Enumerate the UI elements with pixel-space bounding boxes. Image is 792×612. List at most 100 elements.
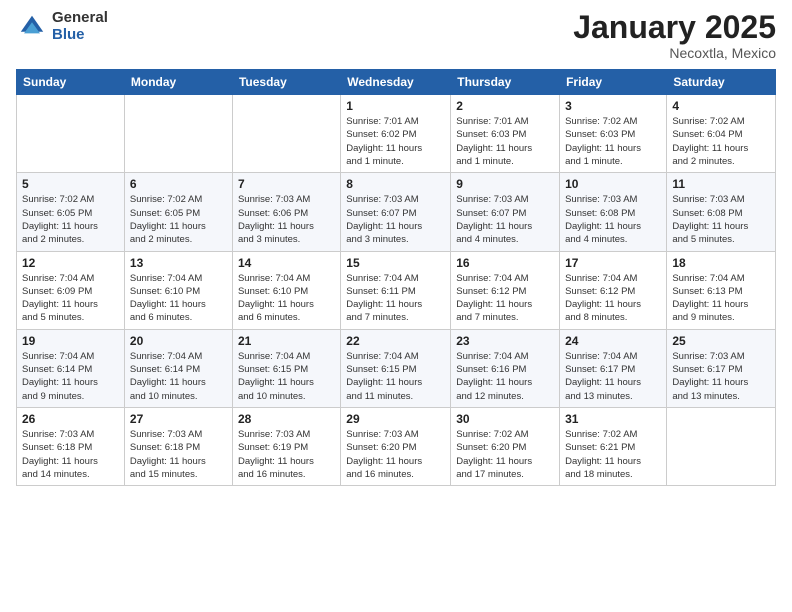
day-number: 2 bbox=[456, 99, 554, 113]
day-info: Sunrise: 7:04 AM Sunset: 6:17 PM Dayligh… bbox=[565, 350, 661, 403]
table-row: 1 Sunrise: 7:01 AM Sunset: 6:02 PM Daylig… bbox=[341, 95, 451, 173]
table-row bbox=[667, 407, 776, 485]
day-info: Sunrise: 7:03 AM Sunset: 6:18 PM Dayligh… bbox=[130, 428, 227, 481]
day-number: 22 bbox=[346, 334, 445, 348]
table-row: 15 Sunrise: 7:04 AM Sunset: 6:11 PM Dayli… bbox=[341, 251, 451, 329]
day-info: Sunrise: 7:04 AM Sunset: 6:10 PM Dayligh… bbox=[238, 272, 335, 325]
day-info: Sunrise: 7:03 AM Sunset: 6:17 PM Dayligh… bbox=[672, 350, 770, 403]
day-number: 29 bbox=[346, 412, 445, 426]
col-tuesday: Tuesday bbox=[232, 70, 340, 95]
day-info: Sunrise: 7:04 AM Sunset: 6:14 PM Dayligh… bbox=[22, 350, 119, 403]
day-info: Sunrise: 7:03 AM Sunset: 6:19 PM Dayligh… bbox=[238, 428, 335, 481]
location: Necoxtla, Mexico bbox=[573, 45, 776, 61]
day-number: 16 bbox=[456, 256, 554, 270]
day-number: 13 bbox=[130, 256, 227, 270]
day-info: Sunrise: 7:02 AM Sunset: 6:20 PM Dayligh… bbox=[456, 428, 554, 481]
title-block: January 2025 Necoxtla, Mexico bbox=[573, 10, 776, 61]
table-row: 31Sunrise: 7:02 AM Sunset: 6:21 PM Dayli… bbox=[560, 407, 667, 485]
day-info: Sunrise: 7:03 AM Sunset: 6:06 PM Dayligh… bbox=[238, 193, 335, 246]
table-row: 17 Sunrise: 7:04 AM Sunset: 6:12 PM Dayli… bbox=[560, 251, 667, 329]
table-row: 12Sunrise: 7:04 AM Sunset: 6:09 PM Dayli… bbox=[17, 251, 125, 329]
table-row: 23 Sunrise: 7:04 AM Sunset: 6:16 PM Dayli… bbox=[451, 329, 560, 407]
table-row: 18 Sunrise: 7:04 AM Sunset: 6:13 PM Dayli… bbox=[667, 251, 776, 329]
calendar-week-1: 1 Sunrise: 7:01 AM Sunset: 6:02 PM Daylig… bbox=[17, 95, 776, 173]
day-number: 28 bbox=[238, 412, 335, 426]
day-number: 27 bbox=[130, 412, 227, 426]
day-info: Sunrise: 7:04 AM Sunset: 6:15 PM Dayligh… bbox=[238, 350, 335, 403]
day-number: 7 bbox=[238, 177, 335, 191]
logo-general: General bbox=[52, 10, 108, 27]
logo-text: General Blue bbox=[52, 10, 108, 43]
col-friday: Friday bbox=[560, 70, 667, 95]
day-number: 24 bbox=[565, 334, 661, 348]
col-wednesday: Wednesday bbox=[341, 70, 451, 95]
day-info: Sunrise: 7:04 AM Sunset: 6:12 PM Dayligh… bbox=[565, 272, 661, 325]
day-number: 31 bbox=[565, 412, 661, 426]
calendar-week-5: 26 Sunrise: 7:03 AM Sunset: 6:18 PM Dayli… bbox=[17, 407, 776, 485]
table-row: 13 Sunrise: 7:04 AM Sunset: 6:10 PM Dayli… bbox=[124, 251, 232, 329]
day-info: Sunrise: 7:03 AM Sunset: 6:20 PM Dayligh… bbox=[346, 428, 445, 481]
day-number: 19 bbox=[22, 334, 119, 348]
day-number: 6 bbox=[130, 177, 227, 191]
day-info: Sunrise: 7:02 AM Sunset: 6:05 PM Dayligh… bbox=[22, 193, 119, 246]
day-number: 1 bbox=[346, 99, 445, 113]
day-number: 11 bbox=[672, 177, 770, 191]
table-row: 6Sunrise: 7:02 AM Sunset: 6:05 PM Daylig… bbox=[124, 173, 232, 251]
day-info: Sunrise: 7:03 AM Sunset: 6:07 PM Dayligh… bbox=[456, 193, 554, 246]
day-info: Sunrise: 7:02 AM Sunset: 6:04 PM Dayligh… bbox=[672, 115, 770, 168]
table-row: 3 Sunrise: 7:02 AM Sunset: 6:03 PM Daylig… bbox=[560, 95, 667, 173]
table-row: 7 Sunrise: 7:03 AM Sunset: 6:06 PM Daylig… bbox=[232, 173, 340, 251]
day-info: Sunrise: 7:02 AM Sunset: 6:03 PM Dayligh… bbox=[565, 115, 661, 168]
table-row: 28 Sunrise: 7:03 AM Sunset: 6:19 PM Dayli… bbox=[232, 407, 340, 485]
day-info: Sunrise: 7:04 AM Sunset: 6:10 PM Dayligh… bbox=[130, 272, 227, 325]
logo: General Blue bbox=[16, 10, 108, 43]
day-info: Sunrise: 7:03 AM Sunset: 6:18 PM Dayligh… bbox=[22, 428, 119, 481]
table-row: 8 Sunrise: 7:03 AM Sunset: 6:07 PM Daylig… bbox=[341, 173, 451, 251]
day-info: Sunrise: 7:01 AM Sunset: 6:02 PM Dayligh… bbox=[346, 115, 445, 168]
table-row: 25 Sunrise: 7:03 AM Sunset: 6:17 PM Dayli… bbox=[667, 329, 776, 407]
table-row: 20 Sunrise: 7:04 AM Sunset: 6:14 PM Dayli… bbox=[124, 329, 232, 407]
logo-blue: Blue bbox=[52, 27, 108, 44]
day-number: 25 bbox=[672, 334, 770, 348]
day-number: 20 bbox=[130, 334, 227, 348]
table-row: 22Sunrise: 7:04 AM Sunset: 6:15 PM Dayli… bbox=[341, 329, 451, 407]
day-info: Sunrise: 7:04 AM Sunset: 6:13 PM Dayligh… bbox=[672, 272, 770, 325]
day-number: 3 bbox=[565, 99, 661, 113]
table-row: 9Sunrise: 7:03 AM Sunset: 6:07 PM Daylig… bbox=[451, 173, 560, 251]
day-info: Sunrise: 7:04 AM Sunset: 6:16 PM Dayligh… bbox=[456, 350, 554, 403]
day-info: Sunrise: 7:04 AM Sunset: 6:12 PM Dayligh… bbox=[456, 272, 554, 325]
col-sunday: Sunday bbox=[17, 70, 125, 95]
day-number: 15 bbox=[346, 256, 445, 270]
page: General Blue January 2025 Necoxtla, Mexi… bbox=[0, 0, 792, 502]
day-number: 23 bbox=[456, 334, 554, 348]
day-info: Sunrise: 7:04 AM Sunset: 6:11 PM Dayligh… bbox=[346, 272, 445, 325]
day-info: Sunrise: 7:04 AM Sunset: 6:09 PM Dayligh… bbox=[22, 272, 119, 325]
calendar-week-4: 19 Sunrise: 7:04 AM Sunset: 6:14 PM Dayli… bbox=[17, 329, 776, 407]
table-row: 27 Sunrise: 7:03 AM Sunset: 6:18 PM Dayli… bbox=[124, 407, 232, 485]
day-number: 8 bbox=[346, 177, 445, 191]
table-row: 11Sunrise: 7:03 AM Sunset: 6:08 PM Dayli… bbox=[667, 173, 776, 251]
day-number: 26 bbox=[22, 412, 119, 426]
day-number: 5 bbox=[22, 177, 119, 191]
table-row: 30 Sunrise: 7:02 AM Sunset: 6:20 PM Dayli… bbox=[451, 407, 560, 485]
day-info: Sunrise: 7:04 AM Sunset: 6:14 PM Dayligh… bbox=[130, 350, 227, 403]
table-row: 29 Sunrise: 7:03 AM Sunset: 6:20 PM Dayli… bbox=[341, 407, 451, 485]
day-info: Sunrise: 7:01 AM Sunset: 6:03 PM Dayligh… bbox=[456, 115, 554, 168]
calendar-week-3: 12Sunrise: 7:04 AM Sunset: 6:09 PM Dayli… bbox=[17, 251, 776, 329]
day-number: 17 bbox=[565, 256, 661, 270]
month-title: January 2025 bbox=[573, 10, 776, 45]
calendar-week-2: 5 Sunrise: 7:02 AM Sunset: 6:05 PM Daylig… bbox=[17, 173, 776, 251]
logo-icon bbox=[16, 11, 48, 43]
table-row: 5 Sunrise: 7:02 AM Sunset: 6:05 PM Daylig… bbox=[17, 173, 125, 251]
table-row bbox=[17, 95, 125, 173]
day-number: 14 bbox=[238, 256, 335, 270]
table-row: 24 Sunrise: 7:04 AM Sunset: 6:17 PM Dayli… bbox=[560, 329, 667, 407]
table-row: 14 Sunrise: 7:04 AM Sunset: 6:10 PM Dayli… bbox=[232, 251, 340, 329]
day-number: 30 bbox=[456, 412, 554, 426]
table-row: 10Sunrise: 7:03 AM Sunset: 6:08 PM Dayli… bbox=[560, 173, 667, 251]
table-row bbox=[232, 95, 340, 173]
day-number: 18 bbox=[672, 256, 770, 270]
col-saturday: Saturday bbox=[667, 70, 776, 95]
day-info: Sunrise: 7:03 AM Sunset: 6:07 PM Dayligh… bbox=[346, 193, 445, 246]
calendar-header-row: Sunday Monday Tuesday Wednesday Thursday… bbox=[17, 70, 776, 95]
